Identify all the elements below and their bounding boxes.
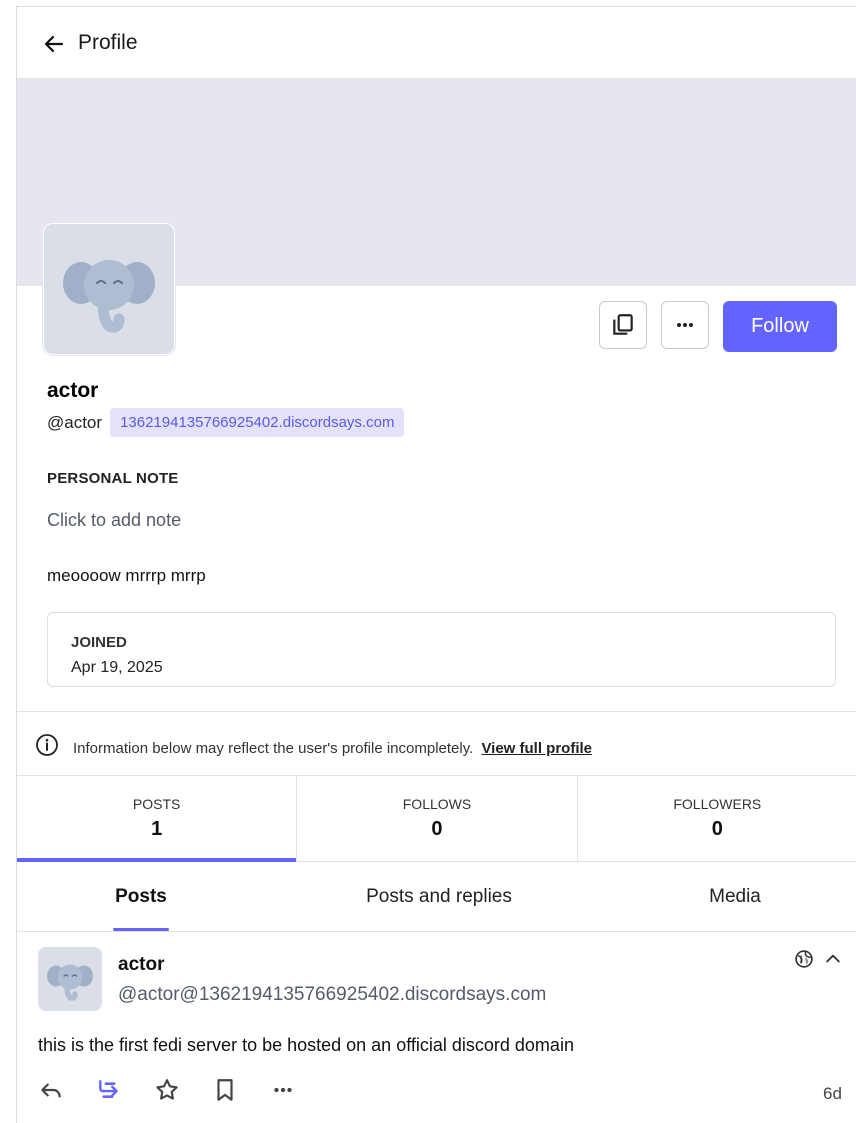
account-handle: @actor 1362194135766925402.discordsays.c… <box>47 408 405 437</box>
post-timestamp[interactable]: 6d <box>823 1084 842 1104</box>
display-name: actor <box>47 379 99 402</box>
timeline-tabs: Posts Posts and replies Media <box>17 862 856 932</box>
star-icon <box>156 1079 178 1100</box>
stat-value: 1 <box>151 818 163 840</box>
chevron-up-icon[interactable] <box>822 949 844 969</box>
page-title: Profile <box>78 31 138 54</box>
personal-note-input[interactable]: Click to add note <box>47 510 181 531</box>
account-counters: POSTS 1 FOLLOWS 0 FOLLOWERS 0 <box>17 775 856 862</box>
joined-field: JOINED Apr 19, 2025 <box>47 612 836 687</box>
boost-button[interactable] <box>96 1073 154 1107</box>
stat-label: POSTS <box>132 796 181 812</box>
info-message: Information below may reflect the user's… <box>73 740 592 757</box>
post-action-bar <box>38 1073 328 1107</box>
domain-badge[interactable]: 1362194135766925402.discordsays.com <box>110 408 405 437</box>
boost-icon <box>99 1080 118 1099</box>
stat-value: 0 <box>711 818 723 840</box>
info-icon <box>36 734 58 756</box>
elephant-avatar-icon <box>63 260 155 333</box>
account-bio: meoooow mrrrp mrrp <box>47 566 206 585</box>
follow-button[interactable]: Follow <box>723 301 837 352</box>
stat-label: FOLLOWS <box>402 796 472 812</box>
post-content: this is the first fedi server to be host… <box>38 1035 574 1055</box>
copy-link-button[interactable] <box>599 301 647 349</box>
bookmark-button[interactable] <box>212 1073 270 1107</box>
view-full-profile-link[interactable]: View full profile <box>481 740 592 757</box>
globe-icon <box>795 950 813 968</box>
remote-info-banner: Information below may reflect the user's… <box>17 711 856 776</box>
reply-button[interactable] <box>38 1073 96 1107</box>
copy-icon <box>613 314 633 335</box>
more-horizontal-icon <box>677 323 693 327</box>
status-post[interactable]: actor @actor@1362194135766925402.discord… <box>17 932 856 1122</box>
post-more-button[interactable] <box>270 1073 328 1107</box>
back-button[interactable] <box>41 31 67 57</box>
bookmark-icon <box>217 1079 233 1101</box>
post-handle[interactable]: @actor@1362194135766925402.discordsays.c… <box>118 984 546 1006</box>
stat-value: 0 <box>431 818 443 840</box>
personal-note-label: PERSONAL NOTE <box>47 470 179 487</box>
profile-panel: Profile Follow actor @actor 136219413576… <box>16 6 856 1123</box>
joined-date: Apr 19, 2025 <box>71 659 163 676</box>
info-text: Information below may reflect the user's… <box>73 740 474 757</box>
handle-username: @actor <box>47 412 103 432</box>
stat-follows[interactable]: FOLLOWS 0 <box>297 775 578 861</box>
tab-posts[interactable]: Posts <box>17 862 265 931</box>
column-header: Profile <box>17 7 856 79</box>
more-horizontal-icon <box>274 1087 292 1093</box>
tab-media[interactable]: Media <box>613 862 856 931</box>
favourite-button[interactable] <box>154 1073 212 1107</box>
tab-posts-and-replies[interactable]: Posts and replies <box>265 862 613 931</box>
reply-icon <box>41 1083 61 1098</box>
stat-label: FOLLOWERS <box>673 796 762 812</box>
stat-followers[interactable]: FOLLOWERS 0 <box>578 775 856 861</box>
elephant-avatar-icon <box>47 964 93 1001</box>
post-avatar[interactable] <box>38 947 102 1011</box>
arrow-left-icon <box>44 35 64 53</box>
more-options-button[interactable] <box>661 301 709 349</box>
avatar[interactable] <box>43 223 175 355</box>
joined-label: JOINED <box>71 634 127 651</box>
stat-posts[interactable]: POSTS 1 <box>17 775 298 862</box>
post-display-name[interactable]: actor <box>118 954 164 976</box>
